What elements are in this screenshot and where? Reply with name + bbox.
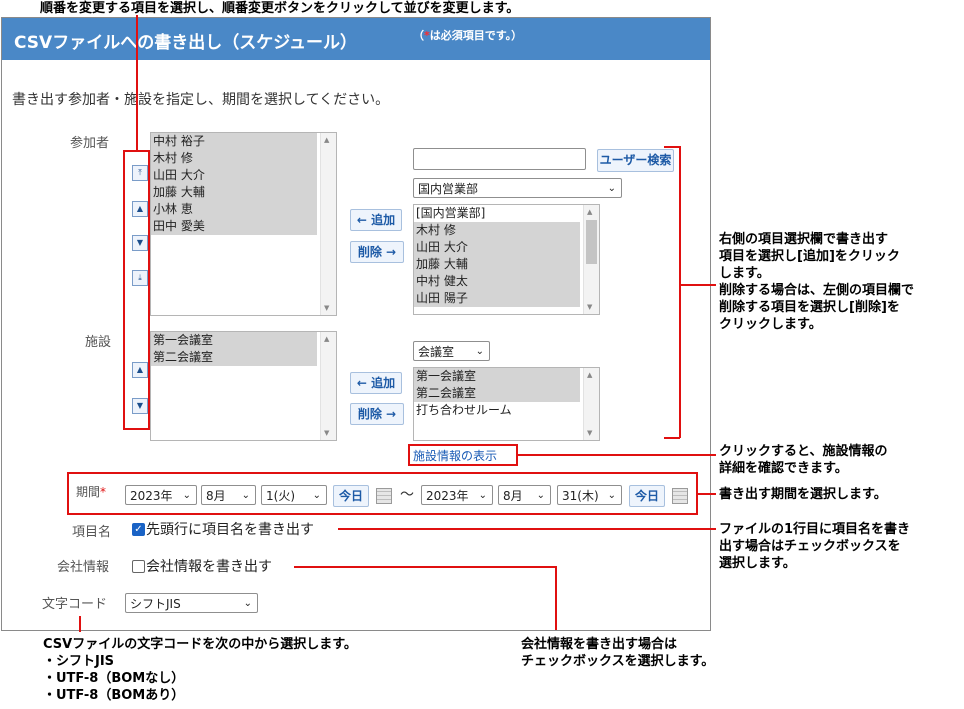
- list-item[interactable]: 小林 恵: [151, 201, 317, 218]
- annotation-period: 書き出す期間を選択します。: [719, 487, 887, 502]
- annotation-bracket: [664, 437, 680, 439]
- annotation-select-items: 右側の項目選択欄で書き出す 項目を選択し[追加]をクリック します。 削除する場…: [719, 232, 915, 332]
- annotation-line: [338, 528, 716, 530]
- list-item[interactable]: 第二会議室: [151, 349, 317, 366]
- scrollbar[interactable]: ▲ ▼: [583, 368, 599, 440]
- annotation-facility-info: クリックすると、施設情報の 詳細を確認できます。: [719, 444, 888, 476]
- remove-participant-button[interactable]: 削除 →: [350, 241, 404, 263]
- annotation-item-name: ファイルの1行目に項目名を書き 出す場合はチェックボックスを 選択します。: [719, 522, 911, 571]
- company-info-checkbox-label[interactable]: 会社情報を書き出す: [146, 556, 272, 576]
- list-item[interactable]: 加藤 大輔: [414, 256, 580, 273]
- list-item[interactable]: 打ち合わせルーム: [414, 402, 599, 419]
- add-facility-button[interactable]: ← 追加: [350, 372, 402, 394]
- checkbox-icon[interactable]: ✓: [132, 523, 145, 536]
- checkbox-icon[interactable]: [132, 560, 145, 573]
- participant-candidates-list[interactable]: [国内営業部] 木村 修 山田 大介 加藤 大輔 中村 健太 山田 陽子 ▲ ▼: [413, 204, 600, 315]
- page-title: CSVファイルへの書き出し（スケジュール）: [14, 33, 358, 53]
- annotation-line: [294, 566, 556, 568]
- list-item[interactable]: 木村 修: [414, 222, 580, 239]
- list-item[interactable]: 山田 大介: [151, 167, 317, 184]
- facilities-selected-list[interactable]: 第一会議室 第二会議室 ▲ ▼: [150, 331, 337, 441]
- user-search-button[interactable]: ユーザー検索: [597, 149, 674, 172]
- annotation-line: [136, 15, 138, 151]
- order-buttons-highlight: [123, 150, 150, 430]
- intro-text: 書き出す参加者・施設を指定し、期間を選択してください。: [12, 92, 390, 108]
- list-item[interactable]: [国内営業部]: [414, 205, 599, 222]
- encoding-label: 文字コード: [42, 597, 108, 612]
- participant-group-select[interactable]: 国内営業部 ⌄: [413, 178, 622, 198]
- item-name-checkbox-label[interactable]: 先頭行に項目名を書き出す: [146, 519, 314, 539]
- period-highlight: [67, 472, 698, 515]
- remove-facility-button[interactable]: 削除 →: [350, 403, 404, 425]
- encoding-select[interactable]: シフトJIS ⌄: [125, 593, 258, 613]
- list-item[interactable]: 山田 陽子: [414, 290, 580, 307]
- annotation-line: [680, 284, 716, 286]
- company-info-label: 会社情報: [57, 560, 110, 575]
- list-item[interactable]: 田中 愛美: [151, 218, 317, 235]
- required-note: （*は必須項目です。）: [413, 29, 523, 42]
- annotation-encoding: CSVファイルの文字コードを次の中から選択します。 ・シフトJIS ・UTF-8…: [43, 637, 357, 703]
- annotation-line: [555, 566, 557, 630]
- chevron-down-icon: ⌄: [607, 183, 616, 194]
- list-item[interactable]: 第一会議室: [151, 332, 317, 349]
- annotation-line: [698, 493, 716, 495]
- participants-label: 参加者: [70, 136, 110, 151]
- annotation-order-change: 順番を変更する項目を選択し、順番変更ボタンをクリックして並びを変更します。: [40, 1, 520, 16]
- annotation-company-info: 会社情報を書き出す場合は チェックボックスを選択します。: [521, 637, 715, 669]
- annotation-line: [518, 454, 716, 456]
- add-participant-button[interactable]: ← 追加: [350, 209, 402, 231]
- annotation-bracket: [679, 146, 681, 438]
- facilities-label: 施設: [85, 335, 112, 350]
- facility-group-select[interactable]: 会議室 ⌄: [413, 341, 490, 361]
- annotation-bracket: [664, 146, 680, 148]
- facility-info-highlight: [408, 444, 518, 466]
- list-item[interactable]: 中村 健太: [414, 273, 580, 290]
- panel-header: CSVファイルへの書き出し（スケジュール） （*は必須項目です。）: [2, 18, 710, 60]
- scrollbar[interactable]: ▲ ▼: [583, 205, 599, 314]
- list-item[interactable]: 第二会議室: [414, 385, 580, 402]
- list-item[interactable]: 加藤 大輔: [151, 184, 317, 201]
- scrollbar[interactable]: ▲ ▼: [320, 332, 336, 440]
- scrollbar[interactable]: ▲ ▼: [320, 133, 336, 315]
- facility-candidates-list[interactable]: 第一会議室 第二会議室 打ち合わせルーム ▲ ▼: [413, 367, 600, 441]
- chevron-down-icon: ⌄: [475, 346, 484, 357]
- export-panel: CSVファイルへの書き出し（スケジュール） （*は必須項目です。） 書き出す参加…: [1, 17, 711, 631]
- item-name-label: 項目名: [72, 525, 112, 540]
- participants-selected-list[interactable]: 中村 裕子 木村 修 山田 大介 加藤 大輔 小林 恵 田中 愛美 ▲ ▼: [150, 132, 337, 316]
- list-item[interactable]: 木村 修: [151, 150, 317, 167]
- list-item[interactable]: 山田 大介: [414, 239, 580, 256]
- list-item[interactable]: 中村 裕子: [151, 133, 317, 150]
- annotation-line: [79, 616, 81, 632]
- chevron-down-icon: ⌄: [243, 598, 252, 609]
- user-search-input[interactable]: [413, 148, 586, 170]
- list-item[interactable]: 第一会議室: [414, 368, 580, 385]
